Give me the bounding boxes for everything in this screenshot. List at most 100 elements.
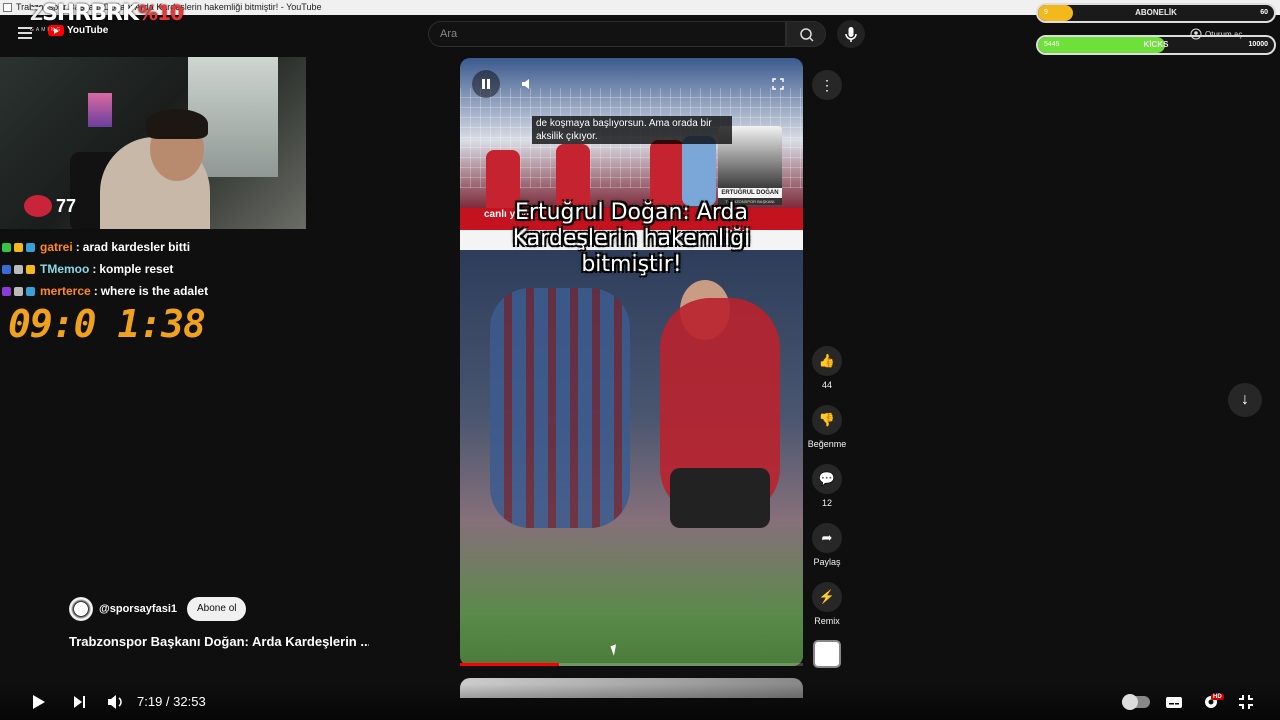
kicks-goal-target: 10000 [1248,41,1268,48]
volume-icon [522,79,529,89]
video-subtitle: de koşmaya başlıyorsun. Ama orada bir ak… [532,116,732,144]
chat-separator: : [93,284,98,298]
subscription-goal-bar: 9 ABONELİK 60 [1036,3,1276,23]
channel-avatar[interactable] [69,597,93,621]
skip-next-icon [74,696,85,708]
autoplay-toggle[interactable] [1122,694,1150,710]
account-icon [1190,28,1202,40]
share-label: Paylaş [813,557,841,567]
chat-text: arad kardesler bitti [82,240,191,254]
brand-prefix: Z [30,4,43,25]
voice-search-button[interactable] [837,20,865,48]
webcam-wall-poster [88,93,112,127]
thumbs-up-icon: 👍 [812,346,842,376]
stream-chat: gatrei : arad kardesler bitti TMemoo : k… [0,236,240,302]
chat-badge-icon [26,242,35,252]
short-title[interactable]: Trabzonspor Başkanı Doğan: Arda Kardeşle… [69,634,369,649]
remix-icon: ⚡ [812,582,842,612]
chat-text: where is the adalet [100,284,209,298]
brand-name: SHRBRK [42,1,139,26]
exit-fullscreen-button[interactable] [1237,692,1255,718]
share-button[interactable]: ➦ Paylaş [803,523,851,567]
brand-percent: %10 [138,1,184,25]
exit-fullscreen-icon [1239,695,1253,709]
chat-badge-icon [2,242,11,252]
chat-message: TMemoo : komple reset [0,258,240,280]
shorts-video-player[interactable]: ERTUĞRUL DOĞAN TRABZONSPOR BAŞKANI de ko… [460,58,803,666]
sign-in-label: Oturum aç [1205,29,1243,39]
stream-clock: 09:0 1:38 [8,302,206,346]
sign-in-button[interactable]: Oturum aç [1190,26,1242,42]
dislike-button[interactable]: 👎 Beğenme [803,405,851,449]
subscribe-button[interactable]: Abone ol [187,597,247,621]
video-blurred-player-blue [490,288,630,528]
chat-badge-icon [26,264,35,274]
page-favicon-icon [3,3,12,12]
webcam-streamer-hair [146,109,208,139]
pause-button[interactable] [472,70,500,98]
subscription-goal-label: ABONELİK [1135,8,1177,17]
pause-icon [482,79,490,89]
volume-button[interactable] [514,70,542,98]
chat-message: gatrei : arad kardesler bitti [0,236,240,258]
comment-icon: 💬 [812,464,842,494]
next-button[interactable] [71,692,89,718]
chat-text: komple reset [99,262,174,276]
chat-username: gatrei [40,240,73,254]
chat-message: merterce : where is the adalet [0,280,240,302]
like-button[interactable]: 👍 44 [803,346,851,390]
viewer-count-value: 77 [56,195,77,216]
hd-badge: HD [1211,694,1224,700]
mute-button[interactable] [106,692,126,718]
comments-button[interactable]: 💬 12 [803,464,851,508]
fullscreen-button[interactable] [764,70,792,98]
chat-badge-icon [2,264,11,274]
stream-brand-logo: ZSHRBRK%10 [30,1,184,26]
play-button[interactable] [30,692,48,718]
sound-source-thumbnail[interactable] [813,640,841,668]
chat-separator: : [92,262,97,276]
play-icon [33,695,45,709]
chat-username: TMemoo [40,262,90,276]
chat-badge-icon [26,286,35,296]
youtube-logo-text: YouTube [67,25,109,36]
chat-badge-icon [14,242,23,252]
playback-time: 7:19 / 32:53 [137,694,206,709]
chat-badge-icon [2,286,11,296]
next-video-button[interactable]: ↓ [1228,383,1262,417]
channel-handle[interactable]: @sporsayfasi1 [99,603,177,615]
video-player-figure [682,136,716,206]
shorts-progress-bar[interactable] [460,663,803,666]
thumbs-down-icon: 👎 [812,405,842,435]
stream-goal-bars: 9 ABONELİK 60 5445 KİCKS 10000 [1036,3,1280,59]
microphone-icon [845,27,857,42]
video-blurred-player-shorts [670,468,770,528]
shorts-progress-fill [460,663,560,666]
heartbeat-icon [24,195,52,217]
subscription-goal-target: 60 [1260,9,1268,16]
more-vert-icon: ⋮ [820,77,834,93]
subtitles-button[interactable] [1165,692,1183,718]
video-headline: Ertuğrul Doğan: Arda Kardeşlerin hakemli… [512,200,751,277]
fullscreen-icon [772,78,784,90]
more-options-button[interactable]: ⋮ [812,70,842,100]
dislike-label: Beğenme [807,439,847,449]
arrow-down-icon: ↓ [1241,391,1249,408]
like-count: 44 [821,380,832,390]
search-button[interactable] [786,21,826,47]
search-icon [800,28,814,42]
comment-count: 12 [821,498,832,508]
streamer-webcam: 77 [0,57,306,229]
search-input[interactable]: Ara [428,21,786,47]
viewer-count: 77 [24,195,76,217]
share-arrow-icon: ➦ [812,523,842,553]
channel-info: @sporsayfasi1 Abone ol [69,597,247,621]
remix-button[interactable]: ⚡ Remix [803,582,851,626]
chat-badge-icon [14,264,23,274]
chat-username: merterce [40,284,91,298]
chat-separator: : [75,240,80,254]
speaker-name-caption: ERTUĞRUL DOĞAN [718,188,782,198]
volume-icon [108,695,122,709]
remix-label: Remix [814,616,840,626]
subtitles-icon [1166,697,1182,708]
